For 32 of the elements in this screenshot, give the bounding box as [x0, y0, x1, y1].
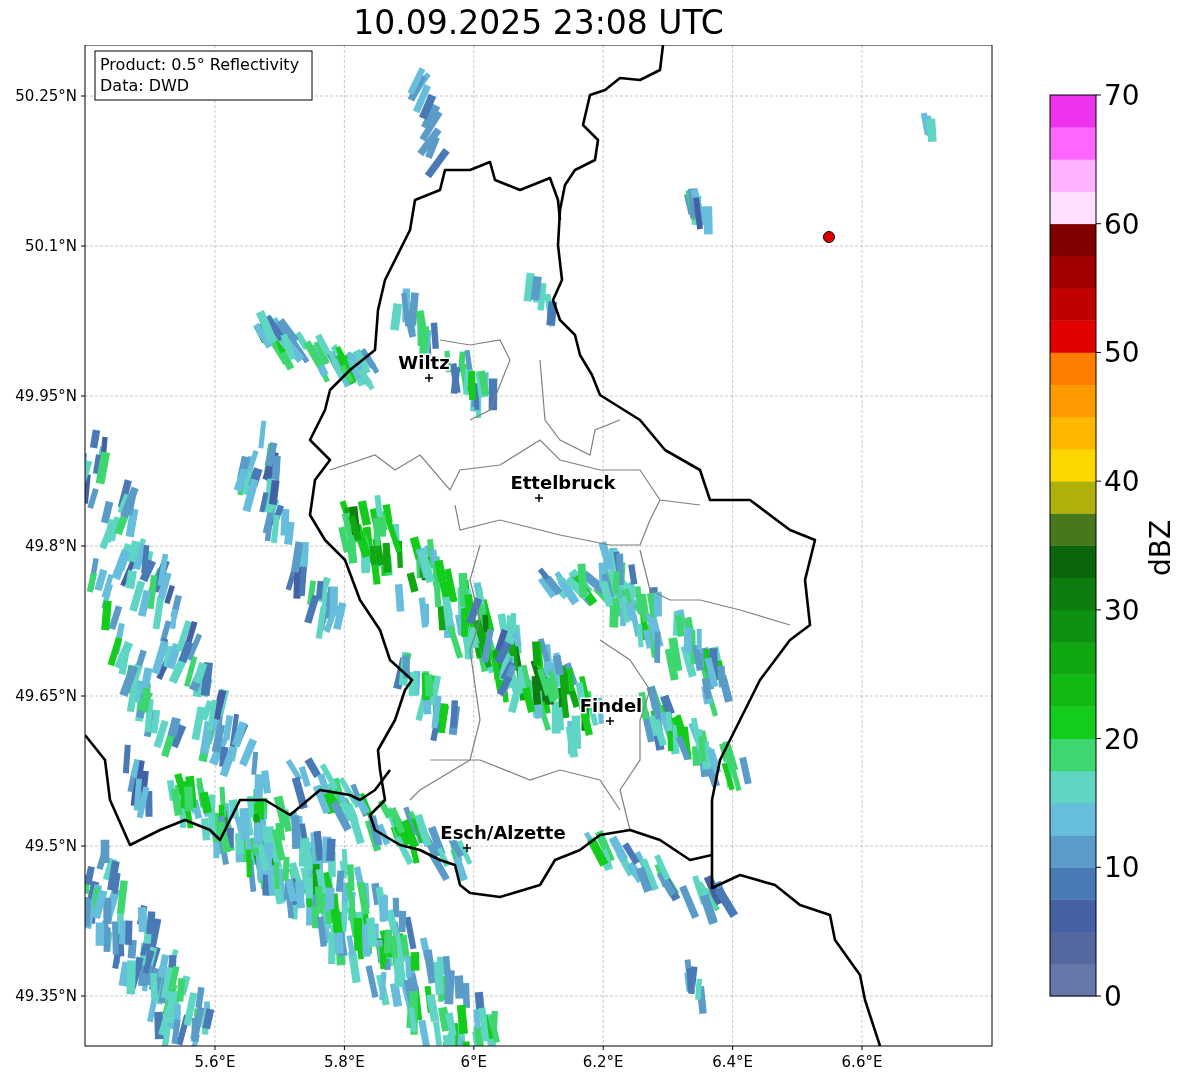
colorbar-tick-label: 60 — [1104, 207, 1140, 241]
longitude-label: 6.2°E — [582, 1053, 624, 1071]
city-label: Ettelbruck — [510, 472, 616, 493]
city-label: Esch/Alzette — [440, 822, 566, 843]
colorbar-tick-label: 50 — [1104, 336, 1140, 370]
info-text: Data: DWD — [100, 76, 190, 95]
city-marker-icon — [462, 843, 472, 853]
city-marker-icon — [605, 716, 615, 726]
latitude-label: 49.95°N — [15, 387, 77, 405]
city-marker-icon — [534, 493, 544, 503]
colorbar-label: dBZ — [1144, 519, 1177, 577]
latitude-label: 49.65°N — [15, 687, 77, 705]
longitude-label: 5.8°E — [324, 1053, 365, 1071]
latitude-label: 49.5°N — [24, 837, 77, 855]
latitude-label: 50.1°N — [24, 237, 77, 255]
info-text: Product: 0.5° Reflectivity — [100, 55, 300, 74]
longitude-label: 6.4°E — [712, 1053, 753, 1071]
colorbar-tick-label: 0 — [1104, 980, 1122, 1013]
longitude-label: 6.6°E — [841, 1053, 883, 1071]
latitude-label: 50.25°N — [15, 87, 77, 105]
location-dot — [823, 231, 835, 243]
colorbar-tick-label: 10 — [1104, 851, 1140, 885]
latitude-label: 49.8°N — [24, 537, 77, 555]
city-marker-icon — [424, 373, 434, 383]
longitude-label: 6°E — [460, 1053, 488, 1071]
latitude-label: 49.35°N — [15, 987, 77, 1005]
colorbar-tick-label: 20 — [1104, 722, 1140, 756]
chart-title: 10.09.2025 23:08 UTC — [353, 6, 724, 39]
colorbar-tick-label: 70 — [1104, 79, 1140, 112]
longitude-label: 5.6°E — [194, 1053, 236, 1071]
colorbar-tick-label: 40 — [1104, 465, 1140, 499]
colorbar-tick-label: 30 — [1104, 593, 1140, 627]
